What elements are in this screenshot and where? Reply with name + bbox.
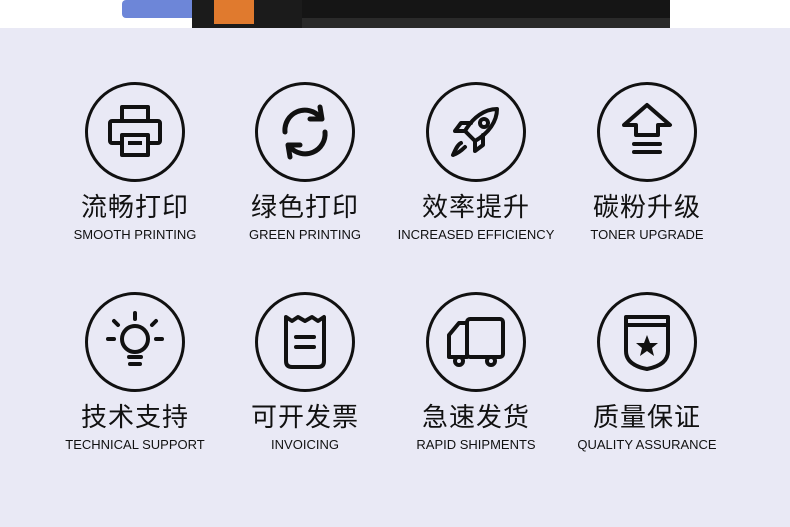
feature-title-en: TONER UPGRADE <box>590 227 704 242</box>
feature-title-en: INVOICING <box>271 437 339 452</box>
feature-increased-efficiency: 效率提升 INCREASED EFFICIENCY <box>386 82 566 244</box>
upgrade-arrow-icon <box>622 103 672 154</box>
feature-title-en: INCREASED EFFICIENCY <box>397 227 555 242</box>
feature-title-en: TECHNICAL SUPPORT <box>65 437 205 452</box>
feature-invoicing: 可开发票 INVOICING <box>215 292 395 454</box>
feature-title-cn: 急速发货 <box>421 403 530 433</box>
feature-icon-circle <box>255 292 355 392</box>
top-banner <box>0 0 790 28</box>
feature-icon-circle <box>85 82 185 182</box>
feature-rapid-shipments: 急速发货 RAPID SHIPMENTS <box>386 292 566 454</box>
toner-cartridge-image <box>122 0 670 28</box>
feature-icon-circle <box>426 82 526 182</box>
feature-smooth-printing: 流畅打印 SMOOTH PRINTING <box>45 82 225 244</box>
receipt-icon <box>284 315 326 369</box>
feature-title-cn: 流畅打印 <box>80 193 189 223</box>
feature-title-cn: 可开发票 <box>250 403 359 433</box>
feature-title-cn: 绿色打印 <box>250 193 359 223</box>
rocket-icon <box>451 107 499 157</box>
feature-icon-circle <box>85 292 185 392</box>
recycle-icon <box>282 104 328 160</box>
feature-title-en: SMOOTH PRINTING <box>73 227 197 242</box>
feature-icon-circle <box>597 292 697 392</box>
lightbulb-icon <box>106 311 164 366</box>
feature-title-en: QUALITY ASSURANCE <box>577 437 717 452</box>
feature-icon-circle <box>597 82 697 182</box>
feature-technical-support: 技术支持 TECHNICAL SUPPORT <box>45 292 225 454</box>
shield-star-icon <box>624 315 670 371</box>
feature-icon-circle <box>426 292 526 392</box>
feature-title-cn: 质量保证 <box>592 403 701 433</box>
feature-icon-circle <box>255 82 355 182</box>
feature-quality-assurance: 质量保证 QUALITY ASSURANCE <box>557 292 737 454</box>
feature-title-en: RAPID SHIPMENTS <box>416 437 536 452</box>
printer-icon <box>108 105 162 157</box>
feature-title-cn: 技术支持 <box>80 403 189 433</box>
feature-toner-upgrade: 碳粉升级 TONER UPGRADE <box>557 82 737 244</box>
feature-title-cn: 碳粉升级 <box>592 193 701 223</box>
feature-green-printing: 绿色打印 GREEN PRINTING <box>215 82 395 244</box>
feature-title-en: GREEN PRINTING <box>249 227 361 242</box>
feature-title-cn: 效率提升 <box>421 193 530 223</box>
truck-icon <box>447 317 505 367</box>
